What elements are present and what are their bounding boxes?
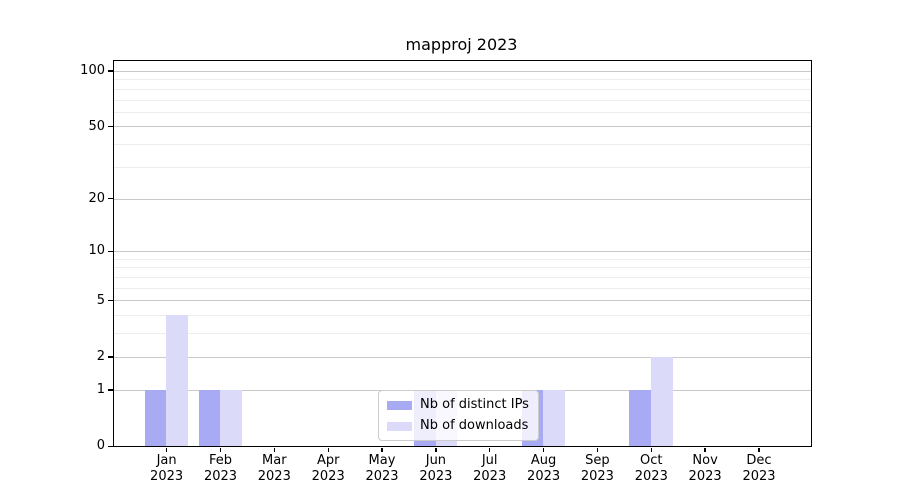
bar-nb-of-downloads-oct	[651, 357, 673, 446]
figure: mapproj 2023 Nb of distinct IPs Nb of do…	[0, 0, 900, 500]
chart-title: mapproj 2023	[113, 35, 810, 54]
x-tick-label-dec: Dec2023	[731, 453, 787, 484]
y-tick-mark	[108, 356, 113, 357]
x-tick-mark	[489, 448, 490, 452]
x-tick-label-jan: Jan2023	[139, 453, 195, 484]
y-tick-mark	[108, 446, 113, 447]
x-tick-mark	[435, 448, 436, 452]
legend-label-downloads: Nb of downloads	[420, 418, 528, 434]
plot-area: Nb of distinct IPs Nb of downloads	[113, 60, 812, 447]
y-tick-label: 100	[60, 63, 105, 79]
y-tick-label: 20	[60, 191, 105, 207]
legend-entry-downloads: Nb of downloads	[387, 418, 529, 434]
bar-layer	[114, 61, 811, 446]
x-tick-label-apr: Apr2023	[300, 453, 356, 484]
x-tick-mark	[381, 448, 382, 452]
y-tick-mark	[108, 300, 113, 301]
bar-nb-of-downloads-feb	[220, 390, 242, 446]
y-tick-mark	[108, 389, 113, 390]
bar-nb-of-distinct-ips-feb	[199, 390, 221, 446]
x-tick-mark	[543, 448, 544, 452]
x-tick-label-oct: Oct2023	[623, 453, 679, 484]
x-tick-label-jun: Jun2023	[408, 453, 464, 484]
legend-entry-distinct-ips: Nb of distinct IPs	[387, 397, 529, 413]
x-tick-mark	[274, 448, 275, 452]
x-tick-label-nov: Nov2023	[677, 453, 733, 484]
bar-nb-of-distinct-ips-jan	[145, 390, 167, 446]
legend-label-distinct-ips: Nb of distinct IPs	[420, 397, 529, 413]
x-tick-mark	[328, 448, 329, 452]
legend-swatch-distinct-ips	[387, 401, 412, 410]
bar-nb-of-distinct-ips-oct	[629, 390, 651, 446]
y-tick-mark	[108, 70, 113, 71]
x-tick-label-jul: Jul2023	[462, 453, 518, 484]
y-tick-label: 1	[60, 382, 105, 398]
x-tick-label-may: May2023	[354, 453, 410, 484]
x-tick-mark	[651, 448, 652, 452]
x-tick-label-sep: Sep2023	[569, 453, 625, 484]
y-tick-mark	[108, 198, 113, 199]
y-tick-label: 10	[60, 243, 105, 259]
y-tick-mark	[108, 251, 113, 252]
legend-swatch-downloads	[387, 422, 412, 431]
x-tick-mark	[220, 448, 221, 452]
x-tick-label-mar: Mar2023	[246, 453, 302, 484]
legend: Nb of distinct IPs Nb of downloads	[378, 390, 539, 441]
x-tick-mark	[597, 448, 598, 452]
bar-nb-of-downloads-aug	[543, 390, 565, 446]
y-tick-label: 0	[60, 438, 105, 454]
y-tick-mark	[108, 126, 113, 127]
x-tick-mark	[704, 448, 705, 452]
x-tick-label-aug: Aug2023	[516, 453, 572, 484]
y-tick-label: 2	[60, 349, 105, 365]
x-tick-mark	[166, 448, 167, 452]
y-tick-label: 5	[60, 293, 105, 309]
bar-nb-of-downloads-jan	[166, 315, 188, 446]
y-tick-label: 50	[60, 119, 105, 135]
x-tick-label-feb: Feb2023	[193, 453, 249, 484]
x-tick-mark	[758, 448, 759, 452]
